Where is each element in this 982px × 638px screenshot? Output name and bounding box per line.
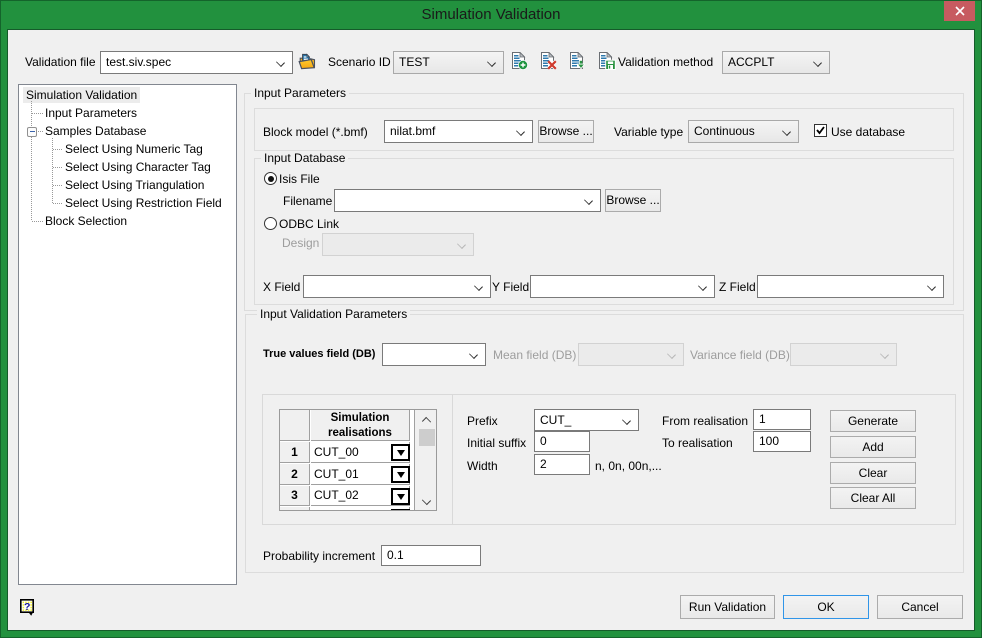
- svg-text:?: ?: [24, 601, 30, 613]
